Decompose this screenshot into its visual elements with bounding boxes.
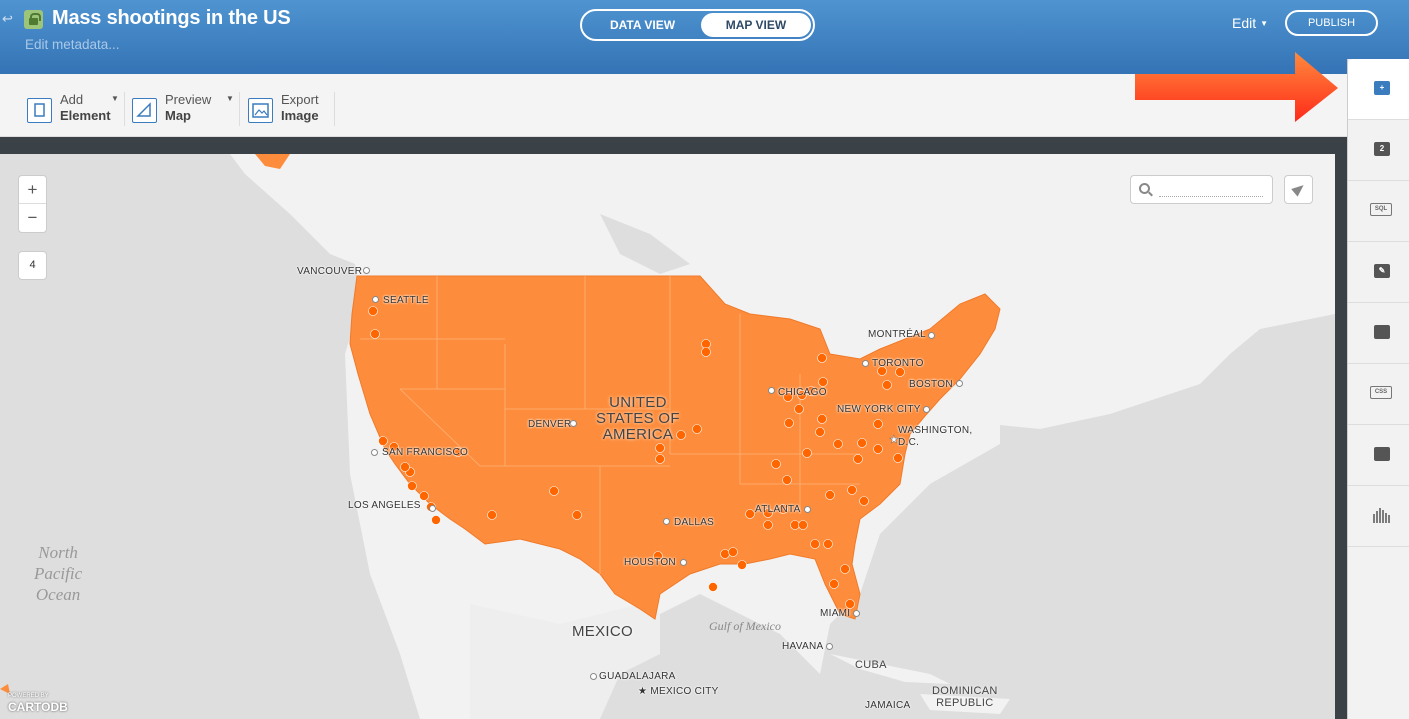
- add-element-label: Add Element: [60, 92, 111, 123]
- city-label: GUADALAJARA: [599, 671, 676, 682]
- city-dot: [804, 506, 811, 513]
- sql-icon: SQL: [1370, 203, 1392, 216]
- annotation-arrow-icon: [1135, 52, 1338, 122]
- city-label: HOUSTON: [624, 557, 676, 568]
- layer-button[interactable]: 2: [1348, 120, 1409, 181]
- city-label: MIAMI: [820, 608, 851, 619]
- view-switch: DATA VIEW MAP VIEW: [580, 9, 815, 41]
- divider: [124, 92, 125, 126]
- export-image-label: Export Image: [281, 92, 319, 123]
- map-title[interactable]: Mass shootings in the US: [52, 7, 291, 30]
- city-dot: [590, 673, 597, 680]
- city-label: WASHINGTON,: [898, 425, 973, 436]
- speech-bubble-icon: [1374, 325, 1390, 339]
- tab-map-view[interactable]: MAP VIEW: [701, 13, 811, 37]
- city-dot: [768, 387, 775, 394]
- bar-chart-icon: [1373, 508, 1390, 523]
- locate-button[interactable]: [1284, 175, 1313, 204]
- tab-data-view[interactable]: DATA VIEW: [585, 13, 700, 37]
- city-label: SAN FRANCISCO: [382, 447, 469, 458]
- preview-map-label: Preview Map: [165, 92, 212, 123]
- back-icon[interactable]: ↩: [2, 12, 16, 26]
- right-sidebar: + 2 SQL ✎ CSS: [1347, 59, 1409, 719]
- map-frame: [0, 138, 1347, 154]
- divider: [239, 92, 240, 126]
- city-label: LOS ANGELES: [348, 500, 421, 511]
- city-label: MONTRÉAL: [868, 329, 926, 340]
- city-label: D.C.: [898, 437, 920, 448]
- city-dot: [372, 296, 379, 303]
- edit-label: Edit: [1232, 15, 1257, 31]
- add-element-icon: [27, 98, 52, 123]
- city-dot: [363, 267, 370, 274]
- wizard-button[interactable]: ✎: [1348, 242, 1409, 303]
- city-label: DENVER: [528, 419, 572, 430]
- country-label-cuba: CUBA: [855, 659, 887, 671]
- zoom-out-button[interactable]: −: [19, 204, 46, 232]
- city-label: TORONTO: [872, 358, 924, 369]
- city-dot: [429, 505, 436, 512]
- add-layer-button[interactable]: +: [1348, 59, 1409, 120]
- layer-count-icon: 2: [1374, 142, 1390, 156]
- export-image-button[interactable]: Export Image: [248, 92, 328, 126]
- preview-map-button[interactable]: Preview Map ▼: [132, 92, 236, 126]
- divider: [334, 92, 335, 126]
- city-dot: [862, 360, 869, 367]
- city-label: ATLANTA: [755, 504, 801, 515]
- edit-metadata-link[interactable]: Edit metadata...: [25, 37, 120, 52]
- country-label-mexico: MEXICO: [572, 623, 633, 640]
- css-button[interactable]: CSS: [1348, 364, 1409, 425]
- city-label: SEATTLE: [383, 295, 429, 306]
- chevron-down-icon: ▼: [1260, 19, 1269, 28]
- export-image-icon: [248, 98, 273, 123]
- search-icon: [1139, 183, 1150, 194]
- lock-icon[interactable]: [24, 10, 43, 29]
- city-dot: [371, 449, 378, 456]
- gulf-label: Gulf of Mexico: [709, 619, 781, 633]
- city-dot: [826, 643, 833, 650]
- infowindow-button[interactable]: [1348, 303, 1409, 364]
- css-icon: CSS: [1370, 386, 1392, 399]
- plus-icon: +: [1374, 81, 1390, 95]
- city-label: CHICAGO: [778, 387, 827, 398]
- city-label: NEW YORK CITY: [837, 404, 921, 415]
- city-label: VANCOUVER: [297, 266, 363, 277]
- zoom-control: + −: [18, 175, 47, 233]
- chevron-down-icon: ▼: [111, 94, 119, 103]
- map-search: [1130, 175, 1273, 204]
- search-input[interactable]: [1159, 184, 1263, 197]
- brush-icon: ✎: [1374, 264, 1390, 278]
- city-label: BOSTON: [909, 379, 953, 390]
- city-label: HAVANA: [782, 641, 824, 652]
- city-dot: [663, 518, 670, 525]
- ocean-label: North Pacific Ocean: [34, 543, 83, 604]
- legend-icon: [1374, 447, 1390, 461]
- country-label-usa: UNITED STATES OF AMERICA: [596, 394, 680, 443]
- city-dot: [923, 406, 930, 413]
- city-label: DALLAS: [674, 517, 715, 528]
- edit-menu[interactable]: Edit ▼: [1232, 15, 1268, 31]
- publish-button[interactable]: PUBLISH: [1285, 10, 1378, 36]
- city-dot: [680, 559, 687, 566]
- filters-button[interactable]: [1348, 486, 1409, 547]
- country-label-dominican-republic: DOMINICAN REPUBLIC: [932, 685, 998, 709]
- city-dot: [853, 610, 860, 617]
- city-label: JAMAICA: [865, 700, 911, 711]
- map-canvas[interactable]: ★ VANCOUVER SEATTLE SAN FRANCISCO LOS AN…: [0, 154, 1335, 719]
- zoom-in-button[interactable]: +: [19, 176, 46, 204]
- legend-button[interactable]: [1348, 425, 1409, 486]
- chevron-down-icon: ▼: [226, 94, 234, 103]
- zoom-level: 4: [18, 251, 47, 280]
- preview-map-icon: [132, 98, 157, 123]
- sql-button[interactable]: SQL: [1348, 181, 1409, 242]
- city-dot: [928, 332, 935, 339]
- cartodb-logo[interactable]: POWERED BY CARTODB: [8, 691, 68, 713]
- add-element-button[interactable]: Add Element ▼: [27, 92, 122, 126]
- city-label: ★ MEXICO CITY: [638, 686, 719, 697]
- city-dot: [956, 380, 963, 387]
